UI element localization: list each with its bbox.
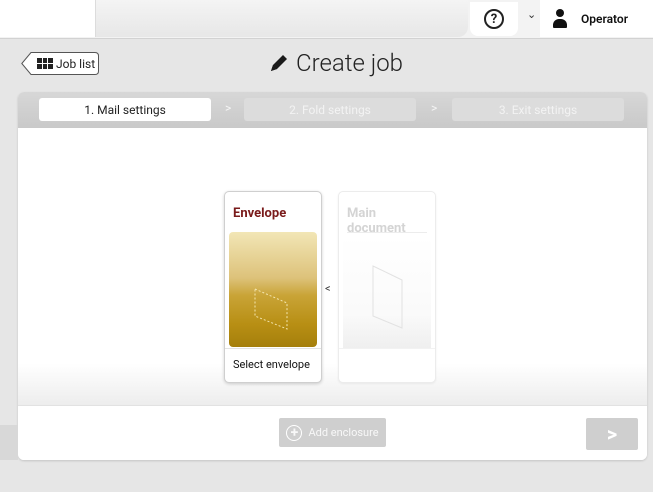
left-edge-tab [0, 425, 18, 460]
envelope-image [229, 232, 317, 347]
main-document-image [343, 236, 431, 348]
step-fold-settings[interactable]: 2. Fold settings [244, 98, 416, 121]
chevron-down-icon[interactable]: ⌄ [527, 8, 536, 21]
step-mail-settings[interactable]: 1. Mail settings [39, 98, 211, 121]
top-bar: ? ⌄ Operator [0, 0, 653, 39]
card-divider [347, 232, 427, 233]
help-button[interactable]: ? [470, 2, 518, 36]
chevron-left-icon: < [325, 282, 331, 295]
pencil-icon [271, 55, 287, 71]
main-panel: 1. Mail settings > 2. Fold settings > 3.… [18, 92, 647, 460]
select-envelope-label: Select envelope [233, 358, 310, 371]
step-arrow-icon: > [431, 101, 438, 115]
content-area [18, 128, 647, 405]
step-exit-settings[interactable]: 3. Exit settings [452, 98, 624, 121]
top-status-area [95, 0, 468, 37]
next-button[interactable]: > [586, 418, 638, 450]
page-title: Create job [268, 46, 403, 80]
step-arrow-icon: > [225, 101, 232, 115]
help-icon: ? [484, 9, 504, 29]
steps-bar: 1. Mail settings > 2. Fold settings > 3.… [18, 92, 647, 128]
main-document-card[interactable]: Main document [338, 191, 436, 383]
help-symbol: ? [490, 11, 498, 27]
job-list-button[interactable]: Job list [21, 52, 99, 75]
top-left-area [0, 0, 95, 37]
bottom-toolbar: + Add enclosure > [18, 405, 647, 460]
main-document-card-footer [339, 348, 435, 382]
add-enclosure-button[interactable]: + Add enclosure [279, 418, 386, 447]
add-enclosure-label: Add enclosure [308, 426, 379, 439]
page-title-text: Create job [296, 49, 403, 77]
document-outline-icon [372, 265, 403, 329]
user-icon [553, 8, 567, 29]
grid-icon [37, 58, 53, 69]
user-menu-button[interactable]: Operator [540, 0, 653, 37]
chevron-right-icon: > [606, 422, 618, 446]
envelope-card-title: Envelope [233, 206, 287, 221]
user-label: Operator [581, 11, 629, 26]
envelope-card[interactable]: Envelope Select envelope [224, 191, 322, 383]
job-list-label: Job list [56, 56, 96, 71]
envelope-outline-icon [254, 288, 288, 330]
plus-circle-icon: + [286, 424, 303, 441]
envelope-card-footer: Select envelope [225, 348, 321, 382]
